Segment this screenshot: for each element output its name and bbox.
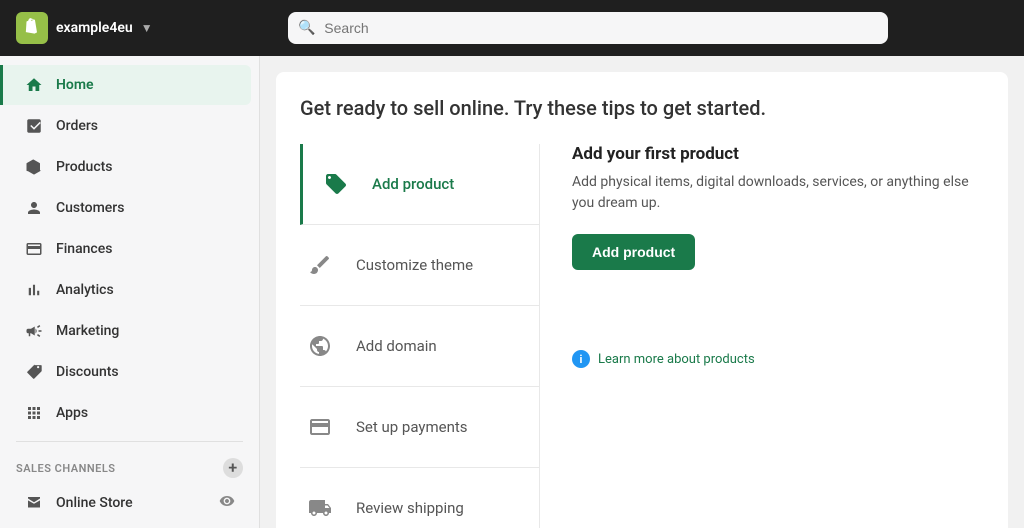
- sidebar-item-products-label: Products: [56, 159, 113, 175]
- sidebar-item-products[interactable]: Products: [8, 147, 251, 187]
- task-add-domain[interactable]: Add domain: [300, 306, 539, 387]
- sidebar-item-finances-label: Finances: [56, 241, 112, 257]
- task-detail-title: Add your first product: [572, 144, 984, 164]
- shopify-logo: [16, 12, 48, 44]
- search-icon: 🔍: [298, 20, 315, 36]
- sidebar-item-apps[interactable]: Apps: [8, 393, 251, 433]
- learn-more-link[interactable]: i Learn more about products: [572, 350, 984, 368]
- sidebar-item-online-store-label: Online Store: [56, 495, 133, 511]
- task-review-shipping[interactable]: Review shipping: [300, 468, 539, 528]
- task-shipping-label: Review shipping: [356, 499, 464, 517]
- task-add-domain-label: Add domain: [356, 337, 437, 355]
- analytics-icon: [24, 280, 44, 300]
- home-icon: [24, 75, 44, 95]
- content-split: Add product Customize theme Add domain: [300, 144, 984, 528]
- add-product-button[interactable]: Add product: [572, 234, 695, 270]
- task-set-up-payments[interactable]: Set up payments: [300, 387, 539, 468]
- sidebar: Home Orders Products Customers: [0, 56, 260, 528]
- sidebar-item-finances[interactable]: Finances: [8, 229, 251, 269]
- brand-name: example4eu: [56, 20, 133, 36]
- payments-icon: [300, 407, 340, 447]
- task-add-product-label: Add product: [372, 175, 454, 193]
- orders-icon: [24, 116, 44, 136]
- customers-icon: [24, 198, 44, 218]
- discounts-icon: [24, 362, 44, 382]
- shipping-icon: [300, 488, 340, 528]
- task-list: Add product Customize theme Add domain: [300, 144, 540, 528]
- main-content: Get ready to sell online. Try these tips…: [260, 56, 1024, 528]
- task-add-product[interactable]: Add product: [300, 144, 539, 225]
- sidebar-item-orders[interactable]: Orders: [8, 106, 251, 146]
- add-sales-channel-button[interactable]: +: [223, 458, 243, 478]
- main-inner: Get ready to sell online. Try these tips…: [276, 72, 1008, 528]
- sidebar-item-analytics-label: Analytics: [56, 282, 114, 298]
- eye-icon[interactable]: [219, 493, 235, 513]
- page-heading: Get ready to sell online. Try these tips…: [300, 96, 984, 120]
- dropdown-arrow-icon: ▼: [141, 21, 153, 35]
- task-customize-theme[interactable]: Customize theme: [300, 225, 539, 306]
- sidebar-item-discounts[interactable]: Discounts: [8, 352, 251, 392]
- sidebar-divider: [16, 441, 243, 442]
- sidebar-nav: Home Orders Products Customers: [0, 56, 259, 528]
- domain-icon: [300, 326, 340, 366]
- task-detail-description: Add physical items, digital downloads, s…: [572, 172, 984, 214]
- sidebar-item-discounts-label: Discounts: [56, 364, 119, 380]
- sales-channels-section: SALES CHANNELS +: [0, 450, 259, 482]
- apps-icon: [24, 403, 44, 423]
- brand[interactable]: example4eu ▼: [16, 12, 153, 44]
- shopify-logo-svg: [22, 18, 42, 38]
- sidebar-item-marketing[interactable]: Marketing: [8, 311, 251, 351]
- online-store-icon: [24, 493, 44, 513]
- sidebar-item-apps-label: Apps: [56, 405, 88, 421]
- sidebar-item-home[interactable]: Home: [0, 65, 251, 105]
- topbar: example4eu ▼ 🔍: [0, 0, 1024, 56]
- tag-icon: [316, 164, 356, 204]
- sidebar-item-home-label: Home: [56, 77, 94, 93]
- task-payments-label: Set up payments: [356, 418, 468, 436]
- search-input[interactable]: [288, 12, 888, 44]
- sales-channels-label: SALES CHANNELS: [16, 462, 116, 475]
- sidebar-item-customers-label: Customers: [56, 200, 124, 216]
- products-icon: [24, 157, 44, 177]
- search-bar: 🔍: [288, 12, 888, 44]
- task-customize-theme-label: Customize theme: [356, 256, 473, 274]
- sidebar-item-customers[interactable]: Customers: [8, 188, 251, 228]
- sidebar-item-marketing-label: Marketing: [56, 323, 119, 339]
- customize-icon: [300, 245, 340, 285]
- learn-more-label: Learn more about products: [598, 352, 755, 367]
- sidebar-item-online-store[interactable]: Online Store: [8, 483, 251, 523]
- sidebar-item-orders-label: Orders: [56, 118, 98, 134]
- info-icon: i: [572, 350, 590, 368]
- layout: Home Orders Products Customers: [0, 56, 1024, 528]
- task-detail: Add your first product Add physical item…: [540, 144, 984, 528]
- sidebar-item-analytics[interactable]: Analytics: [8, 270, 251, 310]
- marketing-icon: [24, 321, 44, 341]
- finances-icon: [24, 239, 44, 259]
